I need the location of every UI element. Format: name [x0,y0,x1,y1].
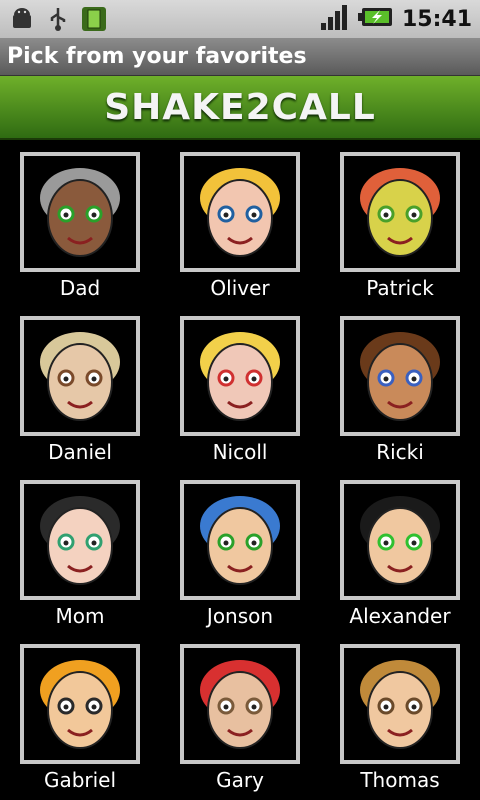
contact-tile[interactable]: Thomas [320,632,480,796]
contact-name: Ricki [376,440,424,464]
contact-tile[interactable]: Oliver [160,140,320,304]
contact-tile[interactable]: Nicoll [160,304,320,468]
avatar-patrick-icon[interactable] [340,152,460,272]
contact-tile[interactable]: Gary [160,632,320,796]
avatar-dad-icon[interactable] [20,152,140,272]
app-banner: SHAKE2CALL [0,76,480,140]
avatar-ricki-icon[interactable] [340,316,460,436]
contact-tile[interactable]: Dad [0,140,160,304]
avatar-nicoll-icon[interactable] [180,316,300,436]
contact-name: Daniel [48,440,112,464]
avatar-daniel-icon[interactable] [20,316,140,436]
contact-name: Jonson [206,604,274,628]
page-title: Pick from your favorites [0,38,480,76]
battery-widget-icon [80,5,108,33]
contact-tile[interactable]: Mom [0,468,160,632]
contact-name: Gabriel [43,768,117,792]
contact-tile[interactable]: Patrick [320,140,480,304]
avatar-gabriel-icon[interactable] [20,644,140,764]
avatar-gary-icon[interactable] [180,644,300,764]
contact-name: Alexander [349,604,451,628]
app-logo-text: SHAKE2CALL [104,86,376,128]
contact-grid: Dad Oliver Patrick Daniel Nicoll Ricki Mom Jons… [0,140,480,800]
contact-tile[interactable]: Daniel [0,304,160,468]
avatar-thomas-icon[interactable] [340,644,460,764]
signal-icon [320,3,350,35]
usb-icon [44,5,72,33]
contact-tile[interactable]: Gabriel [0,632,160,796]
contact-name: Patrick [366,276,434,300]
contact-tile[interactable]: Alexander [320,468,480,632]
contact-name: Mom [55,604,105,628]
contact-tile[interactable]: Ricki [320,304,480,468]
avatar-mom-icon[interactable] [20,480,140,600]
contact-name: Dad [59,276,101,300]
contact-name: Oliver [210,276,270,300]
clock: 15:41 [401,6,472,32]
contact-name: Thomas [360,768,440,792]
avatar-oliver-icon[interactable] [180,152,300,272]
battery-charging-icon [357,6,394,32]
avatar-jonson-icon[interactable] [180,480,300,600]
contact-name: Nicoll [212,440,268,464]
status-bar: 15:41 [0,0,480,38]
android-icon [8,5,36,33]
contact-tile[interactable]: Jonson [160,468,320,632]
contact-name: Gary [216,768,264,792]
avatar-alexander-icon[interactable] [340,480,460,600]
